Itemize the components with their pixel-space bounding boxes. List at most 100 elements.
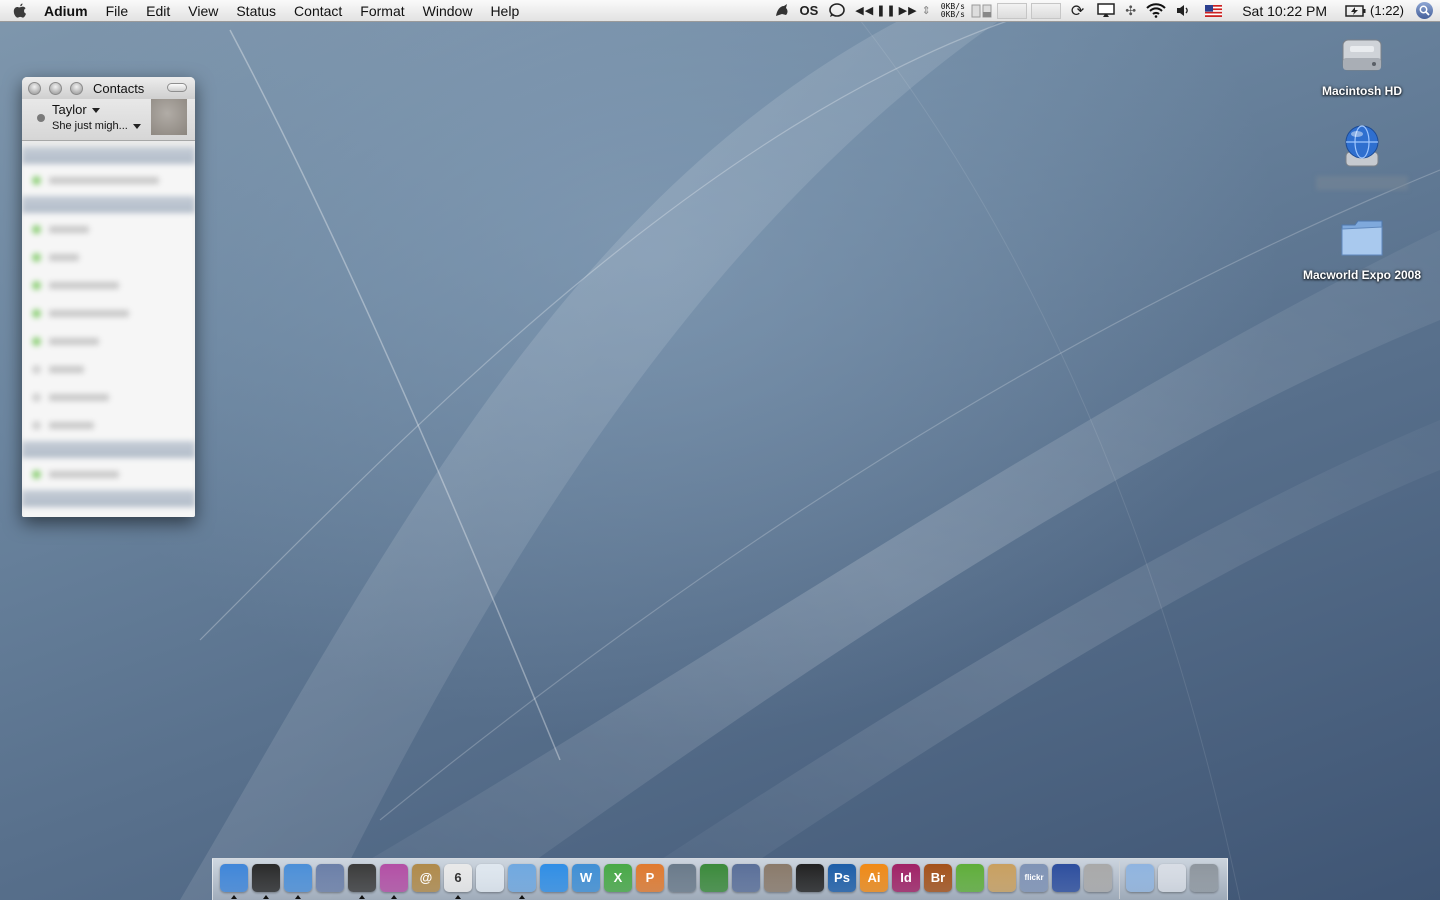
desktop-icon-macworld-expo-folder[interactable]: Macworld Expo 2008 <box>1287 214 1437 282</box>
desktop-icon-label: Macworld Expo 2008 <box>1302 268 1422 282</box>
dock-item-documents-folder[interactable] <box>1124 861 1156 899</box>
menu-edit[interactable]: Edit <box>137 0 179 22</box>
minimize-button[interactable] <box>49 81 62 95</box>
running-indicator <box>295 894 301 899</box>
wallpaper-waves <box>180 19 1440 900</box>
list-item[interactable] <box>22 411 195 439</box>
menu-app-name[interactable]: Adium <box>40 0 97 22</box>
disk-meter[interactable] <box>1030 2 1061 19</box>
list-item[interactable] <box>22 299 195 327</box>
zoom-button[interactable] <box>70 81 83 95</box>
dock-item-mail-stamp[interactable] <box>314 861 346 899</box>
dock-item-ical[interactable]: 6 <box>442 861 474 899</box>
desktop[interactable]: Macintosh HD Macworld Expo 2008 <box>0 0 1440 900</box>
dock-item-preview[interactable] <box>474 861 506 899</box>
contact-group-row[interactable] <box>22 196 195 213</box>
contact-group-row[interactable] <box>22 441 195 458</box>
dock-item-dashboard[interactable] <box>250 861 282 899</box>
dock-item-cyberduck[interactable] <box>1050 861 1082 899</box>
apple-menu[interactable] <box>0 0 40 22</box>
dock-item-indesign[interactable]: Id <box>890 861 922 899</box>
menu-status[interactable]: Status <box>227 0 285 22</box>
display-icon[interactable] <box>1092 0 1120 22</box>
dock-item-safari[interactable] <box>282 861 314 899</box>
dock-item-transmit-truck[interactable] <box>986 861 1018 899</box>
numbers-icon <box>700 863 728 892</box>
powerpoint-icon: P <box>636 863 664 892</box>
dock-item-keynote[interactable] <box>730 861 762 899</box>
menu-window[interactable]: Window <box>414 0 482 22</box>
list-item[interactable] <box>22 355 195 383</box>
contact-group-row[interactable] <box>22 490 195 507</box>
dock-item-iphoto[interactable] <box>762 861 794 899</box>
desktop-icon-network[interactable] <box>1287 122 1437 190</box>
dock-item-widget-orb[interactable] <box>378 861 410 899</box>
status-message-selector[interactable]: She just migh... <box>52 120 141 132</box>
safari-icon <box>284 863 312 892</box>
menu-format[interactable]: Format <box>351 0 413 22</box>
dock-item-address-book[interactable]: @ <box>410 861 442 899</box>
menu-clock[interactable]: Sat 10:22 PM <box>1232 3 1337 19</box>
speech-bubble-icon[interactable] <box>823 0 850 22</box>
list-item[interactable] <box>22 271 195 299</box>
dock-item-adium-duck[interactable] <box>346 861 378 899</box>
coda-leaf-icon <box>956 863 984 892</box>
running-indicator <box>519 894 525 899</box>
pause-icon[interactable]: ❚❚ <box>876 4 896 17</box>
fast-forward-icon[interactable]: ▶▶ <box>899 4 918 17</box>
contact-group-row[interactable] <box>22 147 195 164</box>
cpu-meter-icon[interactable] <box>969 0 995 22</box>
volume-icon[interactable] <box>1171 0 1195 22</box>
spotlight-button[interactable] <box>1412 0 1436 22</box>
list-item[interactable] <box>22 327 195 355</box>
dock-item-photoshop[interactable]: Ps <box>826 861 858 899</box>
dock-item-script-editor[interactable] <box>666 861 698 899</box>
menu-help[interactable]: Help <box>481 0 528 22</box>
dock-item-numbers[interactable] <box>698 861 730 899</box>
avatar[interactable] <box>151 99 187 135</box>
network-rate-monitor[interactable]: 0KB/s 0KB/s <box>937 2 969 19</box>
wifi-icon[interactable] <box>1141 0 1171 22</box>
list-item[interactable] <box>22 166 195 194</box>
media-controls[interactable]: ◀◀ ❚❚ ▶▶ ⇕ <box>850 0 937 22</box>
dock-item-powerpoint[interactable]: P <box>634 861 666 899</box>
menu-bar: Adium File Edit View Status Contact Form… <box>0 0 1440 22</box>
toolbar-toggle-button[interactable] <box>167 83 187 92</box>
battery-menu[interactable]: (1:22) <box>1337 3 1412 18</box>
user-name-selector[interactable]: Taylor <box>52 102 100 117</box>
os-menu-extra[interactable]: OS <box>795 0 824 22</box>
dock-item-quicktime[interactable] <box>538 861 570 899</box>
list-item[interactable] <box>22 215 195 243</box>
us-flag-input-menu-icon[interactable] <box>1195 0 1232 22</box>
close-button[interactable] <box>28 81 41 95</box>
menu-view[interactable]: View <box>179 0 227 22</box>
rewind-icon[interactable]: ◀◀ <box>855 4 874 17</box>
dock-item-aperture[interactable] <box>794 861 826 899</box>
memory-meter[interactable] <box>996 2 1027 19</box>
chevron-down-icon <box>91 108 100 114</box>
desktop-icon-macintosh-hd[interactable]: Macintosh HD <box>1287 30 1437 98</box>
menu-contact[interactable]: Contact <box>285 0 351 22</box>
dock-item-system-preferences[interactable] <box>1082 861 1114 899</box>
dock-item-flickr-uploadr[interactable]: flickr <box>1018 861 1050 899</box>
dock-item-finder[interactable] <box>218 861 250 899</box>
dock-item-illustrator[interactable]: Ai <box>858 861 890 899</box>
dock-item-word[interactable]: W <box>570 861 602 899</box>
dock-item-itunes[interactable] <box>506 861 538 899</box>
list-item[interactable] <box>22 243 195 271</box>
sync-icon[interactable]: ⟳ <box>1063 0 1092 22</box>
list-item[interactable] <box>22 460 195 488</box>
dock-item-downloads-stack[interactable] <box>1156 861 1188 899</box>
window-titlebar[interactable]: Contacts <box>22 77 195 99</box>
up-down-arrows-icon[interactable]: ⇕ <box>922 4 932 17</box>
flickr-uploadr-icon: flickr <box>1020 863 1048 892</box>
dock-item-coda-leaf[interactable] <box>954 861 986 899</box>
menu-file[interactable]: File <box>97 0 138 22</box>
dock-item-excel[interactable]: X <box>602 861 634 899</box>
dock-item-bridge[interactable]: Br <box>922 861 954 899</box>
dock-item-trash[interactable] <box>1188 861 1220 899</box>
growl-icon[interactable] <box>769 0 795 22</box>
list-item[interactable] <box>22 383 195 411</box>
bluetooth-icon[interactable]: ✣ <box>1120 0 1141 22</box>
contact-list-obscured[interactable] <box>22 147 195 517</box>
